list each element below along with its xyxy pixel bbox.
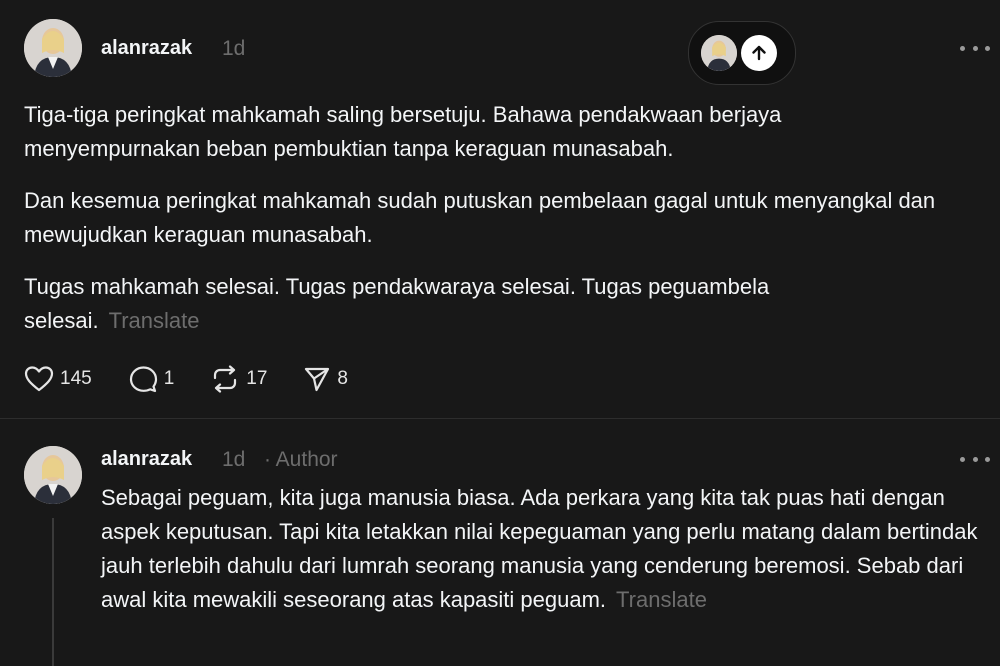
post-paragraph-1: Tiga-tiga peringkat mahkamah saling bers… (24, 102, 782, 161)
reply-avatar[interactable] (24, 446, 82, 504)
comment-icon (129, 366, 157, 393)
post-paragraph-3: Tugas mahkamah selesai. Tugas pendakwara… (24, 270, 854, 338)
thread-line (52, 518, 54, 666)
share-icon (305, 367, 330, 392)
like-button[interactable]: 145 (24, 365, 92, 393)
post-actions: 145 1 17 8 (24, 364, 384, 394)
share-button[interactable]: 8 (303, 365, 348, 393)
post-timestamp[interactable]: 1d (222, 38, 245, 59)
author-badge: · Author (264, 448, 338, 471)
scroll-to-top-pill[interactable] (688, 21, 796, 85)
reply-count: 1 (163, 368, 175, 389)
reply-timestamp[interactable]: 1d (222, 449, 245, 470)
more-icon[interactable] (960, 38, 990, 58)
share-count: 8 (337, 368, 348, 389)
divider (0, 418, 1000, 419)
reply-username[interactable]: alanrazak (101, 449, 192, 469)
post-paragraph-2: Dan kesemua peringkat mahkamah sudah put… (24, 188, 936, 247)
reply-text: Sebagai peguam, kita juga manusia biasa.… (101, 481, 991, 617)
reply-text-content: Sebagai peguam, kita juga manusia biasa.… (101, 485, 978, 612)
avatar-image (24, 19, 82, 77)
repost-button[interactable]: 17 (210, 365, 267, 393)
thread-feed: alanrazak 1d Tiga-tiga peringkat mahkama… (0, 0, 1000, 666)
repost-icon (214, 365, 237, 393)
pill-avatar (701, 35, 737, 71)
post-username[interactable]: alanrazak (101, 38, 192, 58)
translate-link[interactable]: Translate (109, 308, 200, 333)
repost-count: 17 (246, 368, 268, 389)
reply-more-icon[interactable] (960, 449, 990, 469)
reply-translate-link[interactable]: Translate (616, 587, 707, 612)
heart-icon (24, 366, 54, 392)
comment-button[interactable]: 1 (128, 365, 175, 393)
avatar-image (24, 446, 82, 504)
like-count: 145 (60, 368, 92, 389)
post: alanrazak 1d Tiga-tiga peringkat mahkama… (0, 0, 1000, 418)
avatar[interactable] (24, 19, 82, 77)
scroll-to-top-icon[interactable] (741, 35, 777, 71)
